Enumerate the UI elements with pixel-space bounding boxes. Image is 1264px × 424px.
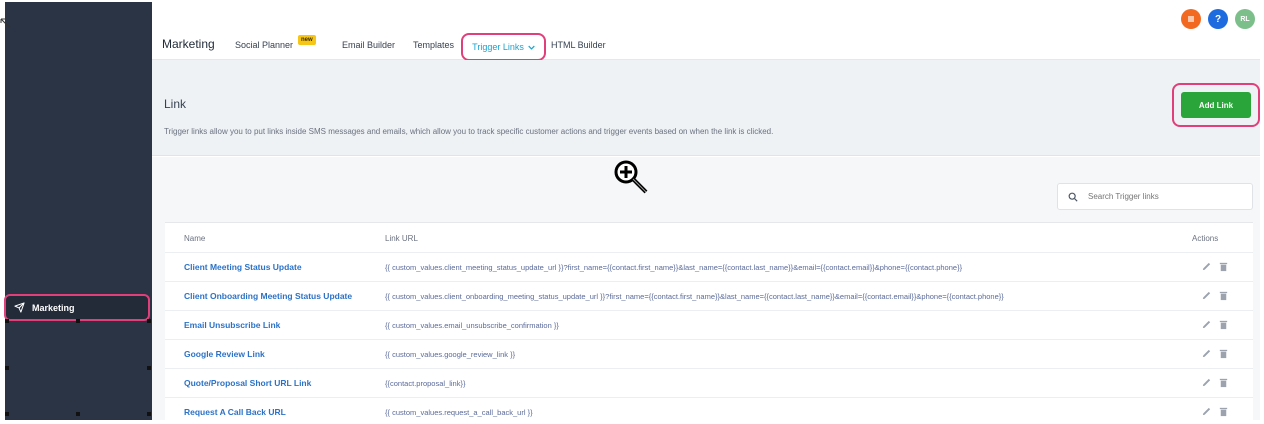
edit-icon[interactable] (1201, 406, 1212, 417)
link-name[interactable]: Google Review Link (184, 349, 265, 359)
table-row: Email Unsubscribe Link {{ custom_values.… (165, 310, 1253, 339)
edit-icon[interactable] (1201, 377, 1212, 388)
column-header-link-url: Link URL (385, 234, 418, 243)
table-row: Quote/Proposal Short URL Link {{contact.… (165, 368, 1253, 397)
tab-trigger-links[interactable]: Trigger Links (461, 33, 546, 61)
resize-cursor-icon (0, 18, 11, 29)
trash-icon[interactable] (1218, 348, 1229, 359)
resize-handle[interactable] (76, 319, 80, 323)
link-url: {{ custom_values.client_meeting_status_u… (385, 263, 963, 272)
link-name[interactable]: Client Onboarding Meeting Status Update (184, 291, 352, 301)
trigger-links-table: Name Link URL Actions Client Meeting Sta… (165, 222, 1253, 420)
trash-icon[interactable] (1218, 377, 1229, 388)
edit-icon[interactable] (1201, 348, 1212, 359)
resize-handle[interactable] (5, 319, 9, 323)
help-icon[interactable]: ? (1208, 9, 1228, 29)
avatar[interactable]: RL (1235, 9, 1255, 29)
link-url: {{ custom_values.email_unsubscribe_confi… (385, 321, 559, 330)
search-box[interactable] (1057, 183, 1253, 210)
search-input[interactable] (1088, 192, 1238, 201)
edit-icon[interactable] (1201, 261, 1212, 272)
table-row: Client Meeting Status Update {{ custom_v… (165, 252, 1253, 281)
link-name[interactable]: Email Unsubscribe Link (184, 320, 280, 330)
table-row: Request A Call Back URL {{ custom_values… (165, 397, 1253, 424)
list-icon[interactable] (1181, 9, 1201, 29)
page-description: Trigger links allow you to put links ins… (164, 127, 774, 136)
tab-email-builder[interactable]: Email Builder (342, 40, 395, 50)
trash-icon[interactable] (1218, 290, 1229, 301)
column-header-actions: Actions (1192, 234, 1219, 243)
page-header: Link Trigger links allow you to put link… (152, 60, 1260, 156)
content-area: Name Link URL Actions Client Meeting Sta… (152, 157, 1260, 420)
link-name[interactable]: Quote/Proposal Short URL Link (184, 378, 311, 388)
trash-icon[interactable] (1218, 319, 1229, 330)
tab-trigger-links-label: Trigger Links (472, 42, 524, 52)
link-url: {{ custom_values.google_review_link }} (385, 350, 516, 359)
resize-handle[interactable] (5, 412, 9, 416)
tab-html-builder[interactable]: HTML Builder (551, 40, 606, 50)
search-icon (1068, 192, 1078, 202)
sidebar-item-label: Marketing (32, 302, 75, 313)
resize-handle[interactable] (147, 366, 151, 370)
column-header-name: Name (184, 234, 206, 243)
link-name[interactable]: Client Meeting Status Update (184, 262, 302, 272)
table-row: Google Review Link {{ custom_values.goog… (165, 339, 1253, 368)
add-link-highlight: Add Link (1172, 83, 1260, 127)
send-icon (14, 302, 25, 313)
trash-icon[interactable] (1218, 261, 1229, 272)
link-url: {{ custom_values.request_a_call_back_url… (385, 408, 533, 417)
edit-icon[interactable] (1201, 290, 1212, 301)
resize-handle[interactable] (5, 366, 9, 370)
sidebar (5, 2, 152, 420)
edit-icon[interactable] (1201, 319, 1212, 330)
app-title: Marketing (162, 37, 215, 51)
trash-icon[interactable] (1218, 406, 1229, 417)
resize-handle[interactable] (147, 412, 151, 416)
new-badge: new (298, 35, 316, 45)
page-title: Link (164, 97, 187, 111)
resize-handle[interactable] (76, 412, 80, 416)
table-row: Client Onboarding Meeting Status Update … (165, 281, 1253, 310)
link-url: {{ custom_values.client_onboarding_meeti… (385, 292, 1004, 301)
tab-templates[interactable]: Templates (413, 40, 454, 50)
tab-social-planner[interactable]: Social Planner (235, 40, 293, 50)
sidebar-item-marketing[interactable]: Marketing (4, 294, 150, 321)
link-name[interactable]: Request A Call Back URL (184, 407, 286, 417)
resize-handle[interactable] (147, 319, 151, 323)
link-url: {{contact.proposal_link}} (385, 379, 466, 388)
chevron-down-icon (528, 45, 535, 50)
top-nav: Marketing Social Planner new Email Build… (152, 2, 1260, 61)
menu-lines-icon (1188, 16, 1194, 22)
add-link-button[interactable]: Add Link (1181, 92, 1251, 118)
zoom-in-cursor-icon (614, 160, 648, 194)
